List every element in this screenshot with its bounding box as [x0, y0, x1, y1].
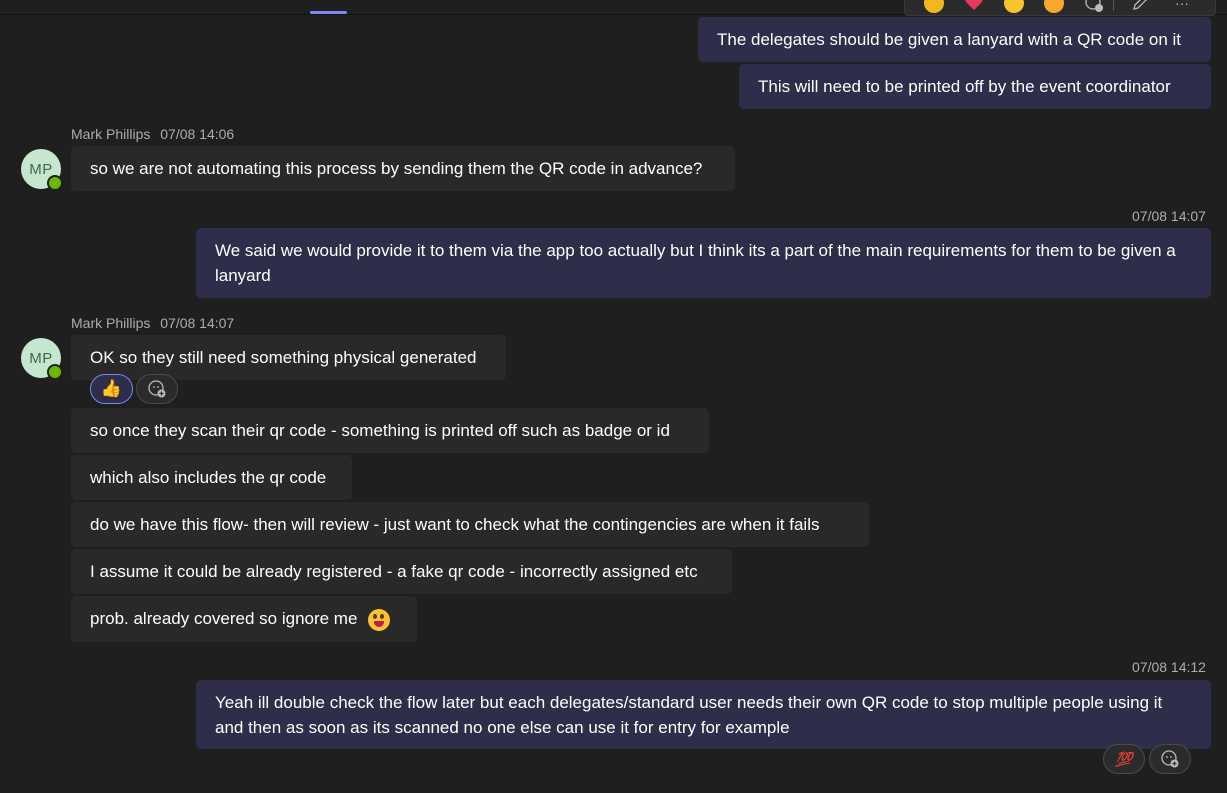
add-reaction-icon — [148, 380, 166, 398]
message-text: Yeah ill double check the flow later but… — [215, 693, 1163, 737]
message-text: We said we would provide it to them via … — [215, 241, 1176, 285]
reaction-hundred-pill[interactable]: 💯 — [1103, 744, 1145, 774]
message-text: This will need to be printed off by the … — [758, 77, 1171, 96]
add-reaction-icon[interactable] — [1083, 0, 1105, 14]
incoming-message[interactable]: so once they scan their qr code - someth… — [71, 408, 709, 453]
message-text: do we have this flow- then will review -… — [90, 515, 820, 534]
outgoing-message[interactable]: The delegates should be given a lanyard … — [698, 17, 1211, 62]
message-reaction-toolbar: ··· — [904, 0, 1216, 16]
message-timestamp: 07/08 14:12 — [1132, 659, 1206, 675]
active-tab-indicator — [310, 11, 347, 14]
silly-face-emoji-icon — [368, 608, 391, 631]
incoming-message[interactable]: prob. already covered so ignore me — [71, 596, 417, 642]
message-text: OK so they still need something physical… — [90, 348, 477, 367]
message-timestamp: 07/08 14:07 — [160, 315, 235, 331]
heart-icon[interactable] — [963, 0, 985, 14]
message-text: prob. already covered so ignore me — [90, 609, 358, 628]
incoming-message[interactable]: which also includes the qr code — [71, 455, 352, 500]
message-text: I assume it could be already registered … — [90, 562, 698, 581]
outgoing-message[interactable]: This will need to be printed off by the … — [739, 64, 1211, 109]
message-text: so we are not automating this process by… — [90, 159, 703, 178]
incoming-message[interactable]: do we have this flow- then will review -… — [71, 502, 869, 547]
add-reaction-button[interactable] — [136, 374, 178, 404]
message-timestamp: 07/08 14:07 — [1132, 208, 1206, 224]
surprised-icon[interactable] — [1043, 0, 1065, 14]
add-reaction-button[interactable] — [1149, 744, 1191, 774]
message-timestamp: 07/08 14:06 — [160, 126, 235, 142]
avatar-initials: MP — [29, 349, 53, 367]
add-reaction-icon — [1161, 750, 1179, 768]
message-text: which also includes the qr code — [90, 468, 327, 487]
like-icon: 👍 — [100, 379, 123, 398]
outgoing-message[interactable]: We said we would provide it to them via … — [196, 228, 1211, 298]
incoming-message[interactable]: I assume it could be already registered … — [71, 549, 732, 594]
laugh-icon[interactable] — [1003, 0, 1025, 14]
presence-available-icon — [47, 175, 63, 191]
message-header: Mark Phillips 07/08 14:07 — [71, 315, 234, 331]
presence-available-icon — [47, 364, 63, 380]
message-header: Mark Phillips 07/08 14:06 — [71, 126, 234, 142]
more-options-icon[interactable]: ··· — [1171, 0, 1193, 14]
outgoing-message[interactable]: Yeah ill double check the flow later but… — [196, 680, 1211, 749]
sender-name[interactable]: Mark Phillips — [71, 126, 150, 142]
sender-name[interactable]: Mark Phillips — [71, 315, 150, 331]
avatar[interactable]: MP — [21, 149, 63, 191]
incoming-message[interactable]: so we are not automating this process by… — [71, 146, 735, 191]
like-icon[interactable] — [923, 0, 945, 14]
incoming-message[interactable]: OK so they still need something physical… — [71, 335, 506, 380]
hundred-points-icon: 💯 — [1115, 750, 1133, 767]
reaction-like-pill[interactable]: 👍 — [90, 374, 133, 404]
avatar[interactable]: MP — [21, 338, 63, 380]
message-text: so once they scan their qr code - someth… — [90, 421, 670, 440]
toolbar-divider — [1113, 0, 1114, 11]
avatar-initials: MP — [29, 160, 53, 178]
message-text: The delegates should be given a lanyard … — [717, 30, 1182, 49]
edit-icon[interactable] — [1129, 0, 1151, 14]
